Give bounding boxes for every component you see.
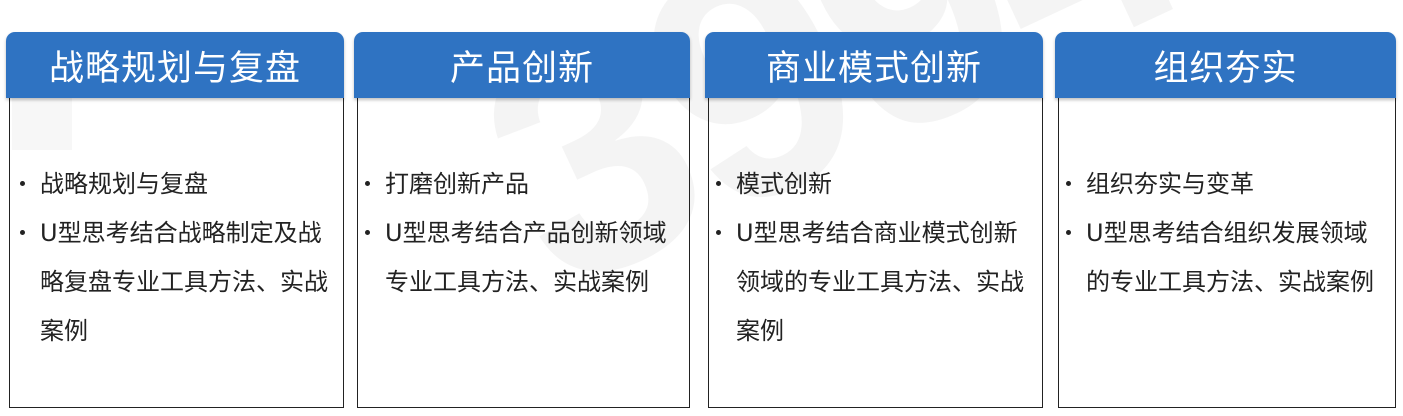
card-product-innovation: 产品创新 打磨创新产品 U型思考结合产品创新领域专业工具方法、实战案例 — [354, 32, 690, 408]
card-business-model-innovation: 商业模式创新 模式创新 U型思考结合商业模式创新领域的专业工具方法、实战案例 — [705, 32, 1043, 408]
card-body — [708, 96, 1043, 408]
card-header: 产品创新 — [354, 32, 690, 98]
card-header: 组织夯实 — [1055, 32, 1396, 98]
card-strategy-planning: 战略规划与复盘 战略规划与复盘 U型思考结合战略制定及战略复盘专业工具方法、实战… — [6, 32, 344, 408]
card-organization-consolidation: 组织夯实 组织夯实与变革 U型思考结合组织发展领域的专业工具方法、实战案例 — [1055, 32, 1396, 408]
card-header: 战略规划与复盘 — [6, 32, 344, 98]
card-header: 商业模式创新 — [705, 32, 1043, 98]
card-body — [1058, 96, 1396, 408]
card-body — [9, 96, 344, 408]
card-body — [357, 96, 690, 408]
